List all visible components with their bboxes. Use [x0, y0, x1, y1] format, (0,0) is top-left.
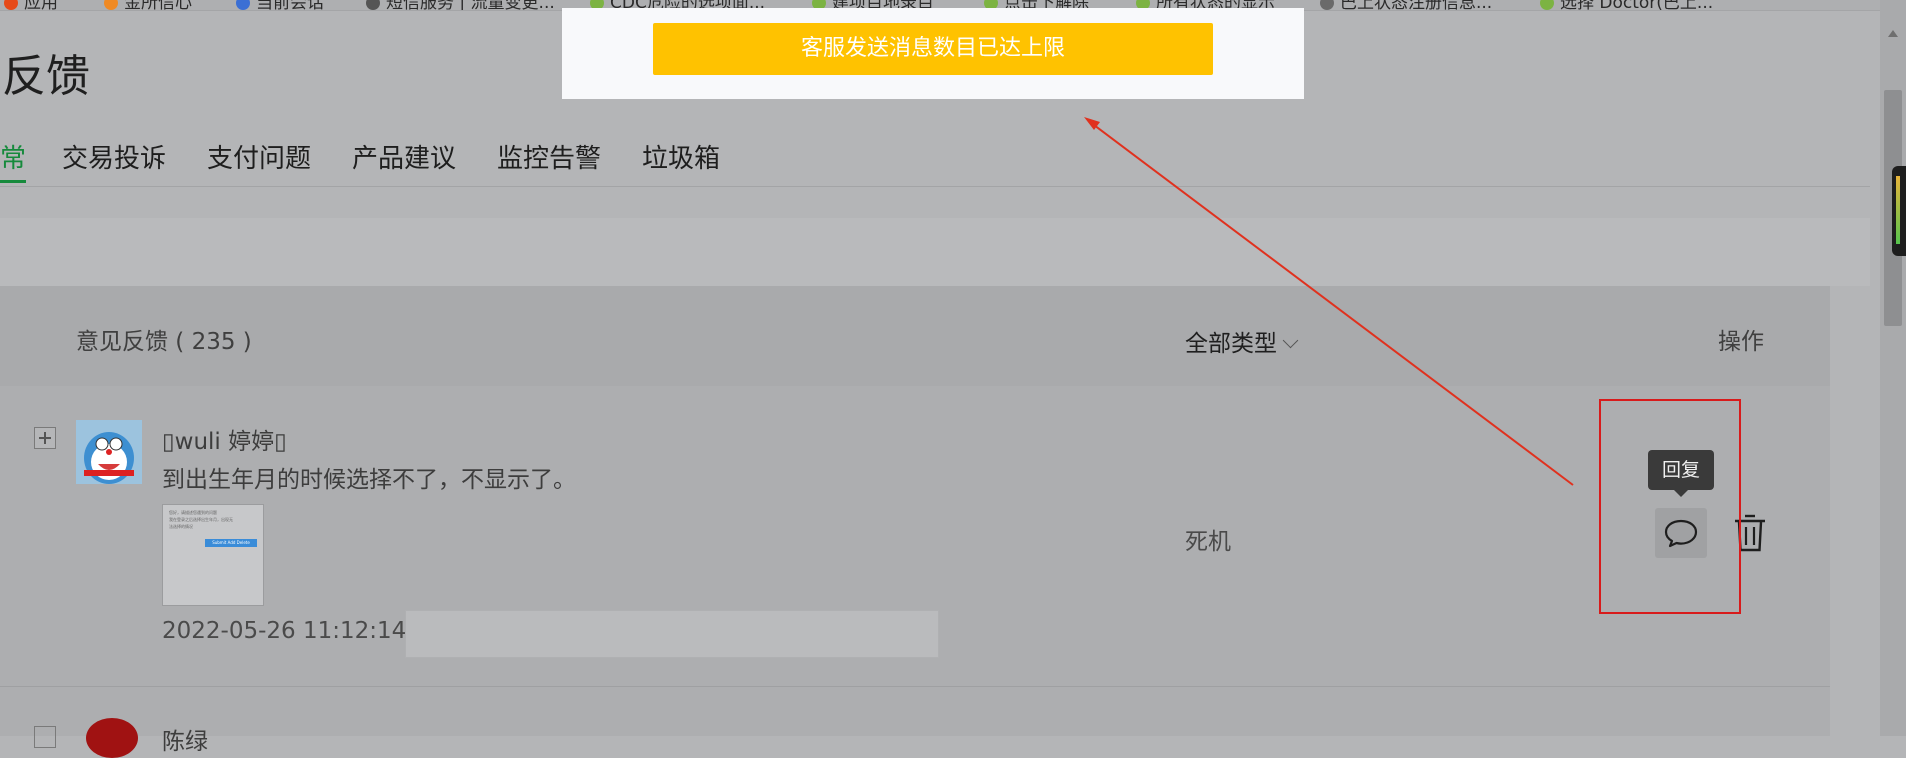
- tab-trash[interactable]: 垃圾箱: [642, 138, 720, 175]
- thumbnail-text: 我在登录之后选择出生年月，出现无: [169, 517, 233, 522]
- annotation-highlight-box: [1599, 399, 1741, 614]
- type-filter-dropdown[interactable]: 全部类型: [1185, 324, 1299, 358]
- bookmark-item[interactable]: 巴上状态注册信息...: [1320, 0, 1492, 10]
- attachment-thumbnail[interactable]: 您好，请描述您遇到的问题 我在登录之后选择出生年月，出现无 法选择的情况 Sub…: [162, 504, 264, 606]
- page-title: 反馈: [2, 51, 90, 102]
- tab-monitor-alert[interactable]: 监控告警: [497, 138, 601, 175]
- tab-normal[interactable]: 常: [0, 138, 27, 183]
- toast-notification: 客服发送消息数目已达上限: [562, 8, 1304, 99]
- expand-row-icon[interactable]: [34, 427, 56, 449]
- scroll-up-icon[interactable]: [1888, 30, 1898, 37]
- bookmark-item[interactable]: 当前会话: [236, 0, 324, 10]
- thumbnail-button: Submit Add Delete: [205, 539, 257, 547]
- feedback-message: 到出生年月的时候选择不了，不显示了。: [162, 467, 576, 493]
- bookmark-item[interactable]: 应用: [4, 0, 58, 10]
- avatar: [76, 420, 142, 484]
- scrollbar[interactable]: [1880, 0, 1906, 736]
- type-filter-label: 全部类型: [1185, 331, 1277, 357]
- operations-header: 操作: [1718, 329, 1764, 355]
- thumbnail-text: 法选择的情况: [169, 524, 193, 529]
- avatar: [86, 718, 138, 758]
- bookmark-item[interactable]: 金所信心: [104, 0, 192, 10]
- table-row: ▯wuli 婷婷▯ 到出生年月的时候选择不了，不显示了。 您好，请描述您遇到的问…: [0, 386, 1830, 687]
- feedback-type: 死机: [1185, 529, 1231, 555]
- bookmark-icon: [104, 0, 118, 10]
- reply-input[interactable]: [405, 610, 939, 658]
- toast-message: 客服发送消息数目已达上限: [653, 23, 1213, 75]
- thumbnail-text: 您好，请描述您遇到的问题: [169, 510, 217, 515]
- timestamp: 2022-05-26 11:12:14: [162, 618, 407, 644]
- tab-trade-complaint[interactable]: 交易投诉: [62, 138, 166, 175]
- expand-row-icon[interactable]: [34, 726, 56, 748]
- table-header: 意见反馈 ( 235 ) 全部类型 操作: [0, 286, 1830, 386]
- filter-band: [0, 218, 1870, 286]
- feedback-count-title: 意见反馈 ( 235 ): [76, 329, 252, 355]
- tab-product-suggestion[interactable]: 产品建议: [352, 138, 456, 175]
- side-widget[interactable]: [1892, 166, 1906, 256]
- chevron-down-icon: [1282, 332, 1299, 349]
- username: ▯wuli 婷婷▯: [162, 429, 287, 455]
- bookmark-icon: [366, 0, 380, 10]
- tab-payment-issue[interactable]: 支付问题: [207, 138, 311, 175]
- tab-bar: 常 交易投诉 支付问题 产品建议 监控告警 垃圾箱: [0, 138, 1870, 187]
- bookmark-item[interactable]: 选择 Doctor(巴上...: [1540, 0, 1713, 10]
- bookmark-item[interactable]: 短信服务 | 流量变更...: [366, 0, 555, 10]
- bookmark-icon: [1320, 0, 1334, 10]
- bookmark-icon: [1540, 0, 1554, 10]
- bookmark-icon: [236, 0, 250, 10]
- feedback-panel: 意见反馈 ( 235 ) 全部类型 操作 ▯wuli 婷婷▯ 到出生年月的时候选…: [0, 286, 1830, 736]
- apps-icon: [4, 0, 18, 10]
- username: 陈绿: [162, 729, 208, 755]
